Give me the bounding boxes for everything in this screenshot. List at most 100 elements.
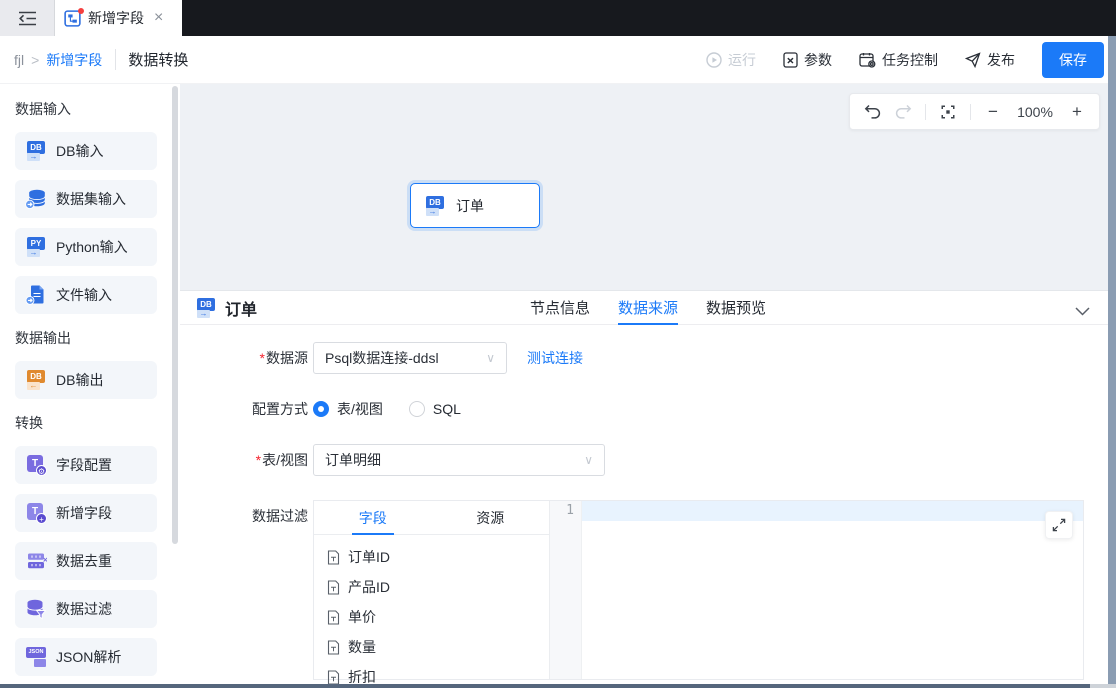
panel-tabs: 节点信息 数据来源 数据预览 bbox=[530, 291, 766, 324]
data-source-form: *数据源 Psql数据连接-ddsl ∨ 测试连接 配置方式 表/视图 SQL bbox=[180, 325, 1108, 680]
dataset-input-icon bbox=[25, 188, 47, 210]
filter-tab-resources[interactable]: 资源 bbox=[432, 501, 550, 534]
chevron-down-icon: ∨ bbox=[584, 453, 593, 467]
fit-view-icon bbox=[940, 104, 956, 120]
panel-header: DB→ 订单 节点信息 数据来源 数据预览 bbox=[180, 291, 1108, 325]
sidebar-item-python-input[interactable]: PY→ Python输入 bbox=[15, 228, 157, 266]
unsaved-dot-badge bbox=[78, 8, 84, 14]
config-mode-label: 配置方式 bbox=[180, 399, 313, 419]
zoom-in-button[interactable]: + bbox=[1068, 102, 1086, 122]
db-output-icon: DB← bbox=[25, 369, 47, 391]
config-mode-row: 配置方式 表/视图 SQL bbox=[180, 398, 1108, 420]
expand-editor-button[interactable] bbox=[1045, 511, 1073, 539]
data-filter-icon bbox=[25, 598, 47, 620]
table-view-select[interactable]: 订单明细 ∨ bbox=[313, 444, 605, 476]
params-button[interactable]: 参数 bbox=[783, 50, 832, 70]
publish-button[interactable]: 发布 bbox=[965, 50, 1015, 70]
data-filter-label: 数据过滤 bbox=[180, 500, 313, 526]
field-doc-icon bbox=[327, 640, 340, 655]
sidebar-item-data-filter[interactable]: 数据过滤 bbox=[15, 590, 157, 628]
datasource-select[interactable]: Psql数据连接-ddsl ∨ bbox=[313, 342, 507, 374]
radio-unselected-icon bbox=[409, 401, 425, 417]
tab-data-source[interactable]: 数据来源 bbox=[618, 291, 678, 324]
sidebar-item-json-parse[interactable]: JSON JSON解析 bbox=[15, 638, 157, 676]
collapse-panel-button[interactable] bbox=[1075, 303, 1090, 319]
fields-pane: 字段 资源 订单ID 产品ID bbox=[314, 501, 549, 679]
json-parse-icon: JSON bbox=[25, 646, 47, 668]
node-label: 订单 bbox=[456, 196, 484, 216]
sidebar-item-new-field[interactable]: T+ 新增字段 bbox=[15, 494, 157, 532]
sidebar-item-dedup[interactable]: × 数据去重 bbox=[15, 542, 157, 580]
filter-tab-fields[interactable]: 字段 bbox=[314, 501, 432, 534]
field-item-discount[interactable]: 折扣 bbox=[314, 662, 549, 684]
filter-code-editor: 1 bbox=[549, 501, 1083, 679]
sidebar-item-file-input[interactable]: 文件输入 bbox=[15, 276, 157, 314]
section-title-data-input: 数据输入 bbox=[15, 99, 180, 119]
field-item-unit-price[interactable]: 单价 bbox=[314, 602, 549, 632]
required-mark: * bbox=[256, 452, 261, 468]
filter-tabs: 字段 资源 bbox=[314, 501, 549, 535]
run-button[interactable]: 运行 bbox=[706, 50, 756, 70]
section-title-data-output: 数据输出 bbox=[15, 328, 180, 348]
data-filter-row: 数据过滤 字段 资源 订单ID 产品ID bbox=[180, 500, 1108, 680]
line-number: 1 bbox=[566, 503, 574, 518]
sidebar-item-db-output[interactable]: DB← DB输出 bbox=[15, 361, 157, 399]
page-subtitle: 数据转换 bbox=[115, 49, 188, 70]
field-list: 订单ID 产品ID 单价 数量 bbox=[314, 535, 549, 684]
section-title-transform: 转换 bbox=[15, 413, 180, 433]
play-circle-icon bbox=[706, 52, 722, 68]
datasource-row: *数据源 Psql数据连接-ddsl ∨ 测试连接 bbox=[180, 342, 1108, 374]
field-item-order-id[interactable]: 订单ID bbox=[314, 542, 549, 572]
expand-icon bbox=[1052, 518, 1066, 532]
new-field-icon: T+ bbox=[25, 502, 47, 524]
save-button[interactable]: 保存 bbox=[1042, 42, 1104, 78]
canvas-node-order[interactable]: DB→ 订单 bbox=[410, 183, 540, 228]
tab-close-icon[interactable]: × bbox=[154, 10, 163, 26]
window-vertical-scrollbar[interactable] bbox=[1108, 36, 1116, 688]
zoom-out-button[interactable]: − bbox=[984, 102, 1002, 122]
breadcrumb-root[interactable]: fjl bbox=[14, 52, 24, 68]
field-doc-icon bbox=[327, 550, 340, 565]
sidebar-item-field-config[interactable]: T⚙ 字段配置 bbox=[15, 446, 157, 484]
sidebar-scrollbar[interactable] bbox=[172, 86, 178, 544]
breadcrumb-current[interactable]: 新增字段 bbox=[46, 50, 102, 70]
collapse-sidebar-icon bbox=[18, 11, 37, 26]
task-control-button[interactable]: 任务控制 bbox=[859, 50, 938, 70]
fit-view-button[interactable] bbox=[939, 102, 957, 122]
flow-diagram-icon bbox=[64, 10, 81, 27]
flow-canvas[interactable]: − 100% + DB→ 订单 bbox=[180, 84, 1108, 290]
editor-gutter: 1 bbox=[550, 501, 582, 679]
tab-new-field[interactable]: 新增字段 × bbox=[55, 0, 182, 36]
sidebar-item-db-input[interactable]: DB→ DB输入 bbox=[15, 132, 157, 170]
field-item-quantity[interactable]: 数量 bbox=[314, 632, 549, 662]
undo-icon bbox=[864, 104, 881, 119]
window-horizontal-scrollbar[interactable] bbox=[0, 684, 1090, 688]
collapse-sidebar-button[interactable] bbox=[0, 0, 55, 36]
field-item-product-id[interactable]: 产品ID bbox=[314, 572, 549, 602]
field-doc-icon bbox=[327, 670, 340, 685]
radio-table-view[interactable]: 表/视图 bbox=[313, 399, 383, 419]
breadcrumb-separator: > bbox=[31, 52, 39, 68]
top-tab-bar: 新增字段 × bbox=[0, 0, 1116, 36]
chevron-down-icon: ∨ bbox=[486, 351, 495, 365]
redo-button[interactable] bbox=[894, 102, 912, 122]
field-doc-icon bbox=[327, 580, 340, 595]
tab-data-preview[interactable]: 数据预览 bbox=[706, 291, 766, 324]
editor-active-line bbox=[582, 501, 1083, 521]
undo-button[interactable] bbox=[863, 102, 881, 122]
python-input-icon: PY→ bbox=[25, 236, 47, 258]
component-sidebar: 数据输入 DB→ DB输入 数据集输入 PY→ Python输入 文件输入 数据… bbox=[0, 84, 180, 684]
zoom-level: 100% bbox=[1015, 104, 1055, 120]
scrollbar-corner bbox=[1090, 684, 1116, 688]
radio-sql[interactable]: SQL bbox=[409, 401, 461, 417]
toolbar-divider bbox=[970, 104, 971, 120]
tab-node-info[interactable]: 节点信息 bbox=[530, 291, 590, 324]
radio-selected-icon bbox=[313, 401, 329, 417]
test-connection-link[interactable]: 测试连接 bbox=[527, 348, 583, 368]
db-input-icon: DB→ bbox=[25, 140, 47, 162]
sidebar-item-dataset-input[interactable]: 数据集输入 bbox=[15, 180, 157, 218]
svg-text:×: × bbox=[43, 556, 47, 565]
page-header: fjl > 新增字段 数据转换 运行 参数 任务控制 发布 保存 bbox=[0, 36, 1116, 84]
editor-code-area[interactable] bbox=[582, 501, 1083, 679]
header-actions: 运行 参数 任务控制 发布 保存 bbox=[706, 42, 1104, 78]
